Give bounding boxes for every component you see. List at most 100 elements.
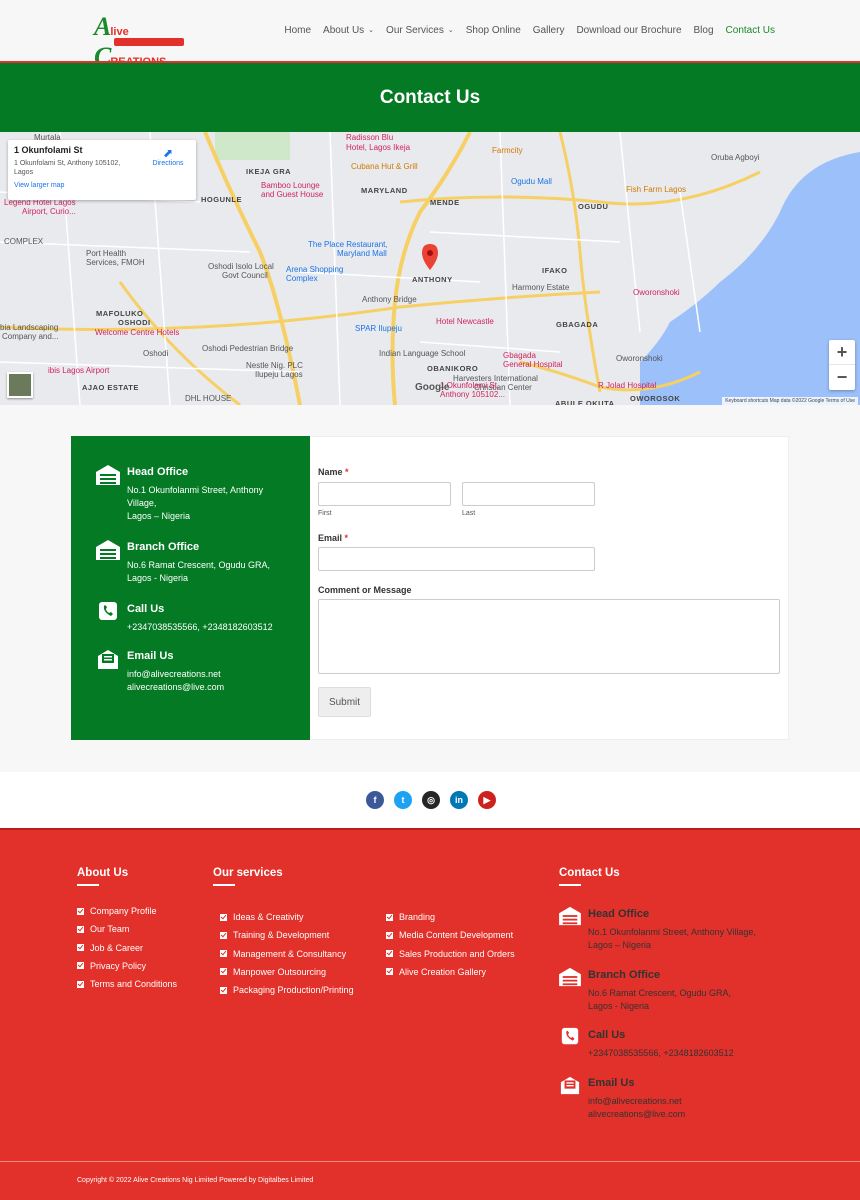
map-place-label[interactable]: Ilupeju Lagos (255, 370, 303, 379)
map-place-label[interactable]: Fish Farm Lagos (626, 185, 686, 194)
map-place-label[interactable]: DHL HOUSE (185, 394, 231, 403)
footer-link[interactable]: Job & Career (77, 943, 143, 953)
map-place-label[interactable]: Arena Shopping (286, 265, 343, 274)
footer-contact-heading: Contact Us (559, 867, 620, 886)
map-place-label[interactable]: MARYLAND (361, 186, 408, 195)
footer-link[interactable]: Branding (386, 912, 435, 922)
directions-button[interactable]: ⬈ Directions (148, 146, 188, 167)
map-place-label[interactable]: The Place Restaurant, (308, 240, 388, 249)
map-place-label[interactable]: Cubana Hut & Grill (351, 162, 418, 171)
footer-link[interactable]: Sales Production and Orders (386, 949, 515, 959)
map-place-label[interactable]: HOGUNLE (201, 195, 242, 204)
map-place-label[interactable]: Govt Council (222, 271, 268, 280)
map-place-label[interactable]: Oshodi Isolo Local (208, 262, 274, 271)
map-place-label[interactable]: MAFOLUKO (96, 309, 143, 318)
zoom-out-button[interactable]: − (829, 365, 855, 390)
call-us-title: Call Us (127, 603, 165, 615)
submit-button[interactable]: Submit (318, 687, 371, 717)
map-place-label[interactable]: Farmcity (492, 146, 523, 155)
map-place-label[interactable]: Hotel, Lagos Ikeja (346, 143, 410, 152)
map-place-label[interactable]: Welcome Centre Hotels (95, 328, 179, 337)
map-place-label[interactable]: COMPLEX (4, 237, 43, 246)
checkbox-icon (220, 968, 227, 976)
map-place-label[interactable]: and Guest House (261, 190, 323, 199)
nav-contact-us[interactable]: Contact Us (726, 25, 775, 36)
nav-about-us[interactable]: About Us ⌄ (323, 25, 374, 36)
map-place-label[interactable]: bia Landscaping (0, 323, 58, 332)
map-place-label[interactable]: R Jolad Hospital (598, 381, 656, 390)
map-place-label[interactable]: Oshodi (143, 349, 168, 358)
view-larger-map-link[interactable]: View larger map (14, 182, 190, 189)
map-place-label[interactable]: OBANIKORO (427, 364, 478, 373)
map-attribution[interactable]: Keyboard shortcuts Map data ©2022 Google… (722, 397, 858, 405)
map-place-label[interactable]: ibis Lagos Airport (48, 366, 109, 375)
first-name-input[interactable] (318, 482, 451, 506)
map-place-label[interactable]: Anthony Bridge (362, 295, 417, 304)
map-place-label[interactable]: IFAKO (542, 266, 567, 275)
nav-download-our-brochure[interactable]: Download our Brochure (576, 25, 681, 36)
building-icon (559, 906, 581, 926)
nav-blog[interactable]: Blog (694, 25, 714, 36)
map-place-label[interactable]: Services, FMOH (86, 258, 145, 267)
map-place-label[interactable]: Port Health (86, 249, 126, 258)
map-place-label[interactable]: GBAGADA (556, 320, 598, 329)
map-place-label[interactable]: Harmony Estate (512, 283, 569, 292)
footer-link[interactable]: Alive Creation Gallery (386, 967, 486, 977)
footer-link[interactable]: Company Profile (77, 906, 157, 916)
email-us-title: Email Us (127, 650, 174, 662)
map-place-label[interactable]: Maryland Mall (337, 249, 387, 258)
satellite-toggle[interactable] (7, 372, 33, 398)
map-place-label[interactable]: General Hospital (503, 360, 563, 369)
zoom-in-button[interactable]: + (829, 340, 855, 365)
map-place-label[interactable]: Oworonshoki (633, 288, 680, 297)
nav-our-services[interactable]: Our Services ⌄ (386, 25, 454, 36)
map-place-label[interactable]: Company and... (2, 332, 58, 341)
footer-link[interactable]: Our Team (77, 924, 129, 934)
map-place-label[interactable]: Hotel Newcastle (436, 317, 494, 326)
map-place-label[interactable]: ANTHONY (412, 275, 453, 284)
instagram-icon[interactable]: ◎ (422, 791, 440, 809)
map-place-label[interactable]: Airport, Curio... (22, 207, 76, 216)
twitter-icon[interactable]: t (394, 791, 412, 809)
map-place-label[interactable]: OGUDU (578, 202, 608, 211)
map-place-label[interactable]: Indian Language School (379, 349, 465, 358)
map-place-label[interactable]: Nestle Nig. PLC (246, 361, 303, 370)
phone-icon (561, 1027, 579, 1045)
map-place-label[interactable]: ABULE OKUTA (555, 399, 615, 405)
site-logo[interactable]: Alive CREATIONS (94, 12, 188, 71)
map-place-label[interactable]: AJAO ESTATE (82, 383, 139, 392)
footer-link[interactable]: Management & Consultancy (220, 949, 346, 959)
email-input[interactable] (318, 547, 595, 571)
map-place-label[interactable]: OWOROSOK (630, 394, 680, 403)
linkedin-icon[interactable]: in (450, 791, 468, 809)
map-card-address: 1 Okunfolami St, Anthony 105102, Lagos (14, 160, 121, 176)
map-place-label[interactable]: SPAR Ilupeju (355, 324, 402, 333)
footer-link[interactable]: Ideas & Creativity (220, 912, 304, 922)
footer-about-heading: About Us (77, 867, 129, 886)
map-place-label[interactable]: Bamboo Lounge (261, 181, 320, 190)
message-textarea[interactable] (318, 599, 780, 674)
footer-link[interactable]: Packaging Production/Printing (220, 985, 354, 995)
nav-home[interactable]: Home (284, 25, 311, 36)
map-place-label[interactable]: Radisson Blu (346, 133, 393, 142)
youtube-icon[interactable]: ▶ (478, 791, 496, 809)
nav-shop-online[interactable]: Shop Online (466, 25, 521, 36)
map-place-label[interactable]: OSHODI (118, 318, 151, 327)
footer-link[interactable]: Media Content Development (386, 930, 513, 940)
last-name-input[interactable] (462, 482, 595, 506)
map-place-label[interactable]: Oworonshoki (616, 354, 663, 363)
map-place-label[interactable]: Ogudu Mall (511, 177, 552, 186)
map-place-label[interactable]: Oshodi Pedestrian Bridge (202, 344, 293, 353)
facebook-icon[interactable]: f (366, 791, 384, 809)
footer-link[interactable]: Training & Development (220, 930, 329, 940)
footer-email-us-addresses: info@alivecreations.net alivecreations@l… (588, 1096, 686, 1119)
footer-link[interactable]: Terms and Conditions (77, 979, 177, 989)
map-place-label[interactable]: Oruba Agboyi (711, 153, 759, 162)
map-place-label[interactable]: Complex (286, 274, 318, 283)
footer-link[interactable]: Manpower Outsourcing (220, 967, 326, 977)
footer-link[interactable]: Privacy Policy (77, 961, 146, 971)
map-place-label[interactable]: MENDE (430, 198, 460, 207)
map-place-label[interactable]: Gbagada (503, 351, 536, 360)
map-place-label[interactable]: IKEJA GRA (246, 167, 291, 176)
nav-gallery[interactable]: Gallery (533, 25, 565, 36)
